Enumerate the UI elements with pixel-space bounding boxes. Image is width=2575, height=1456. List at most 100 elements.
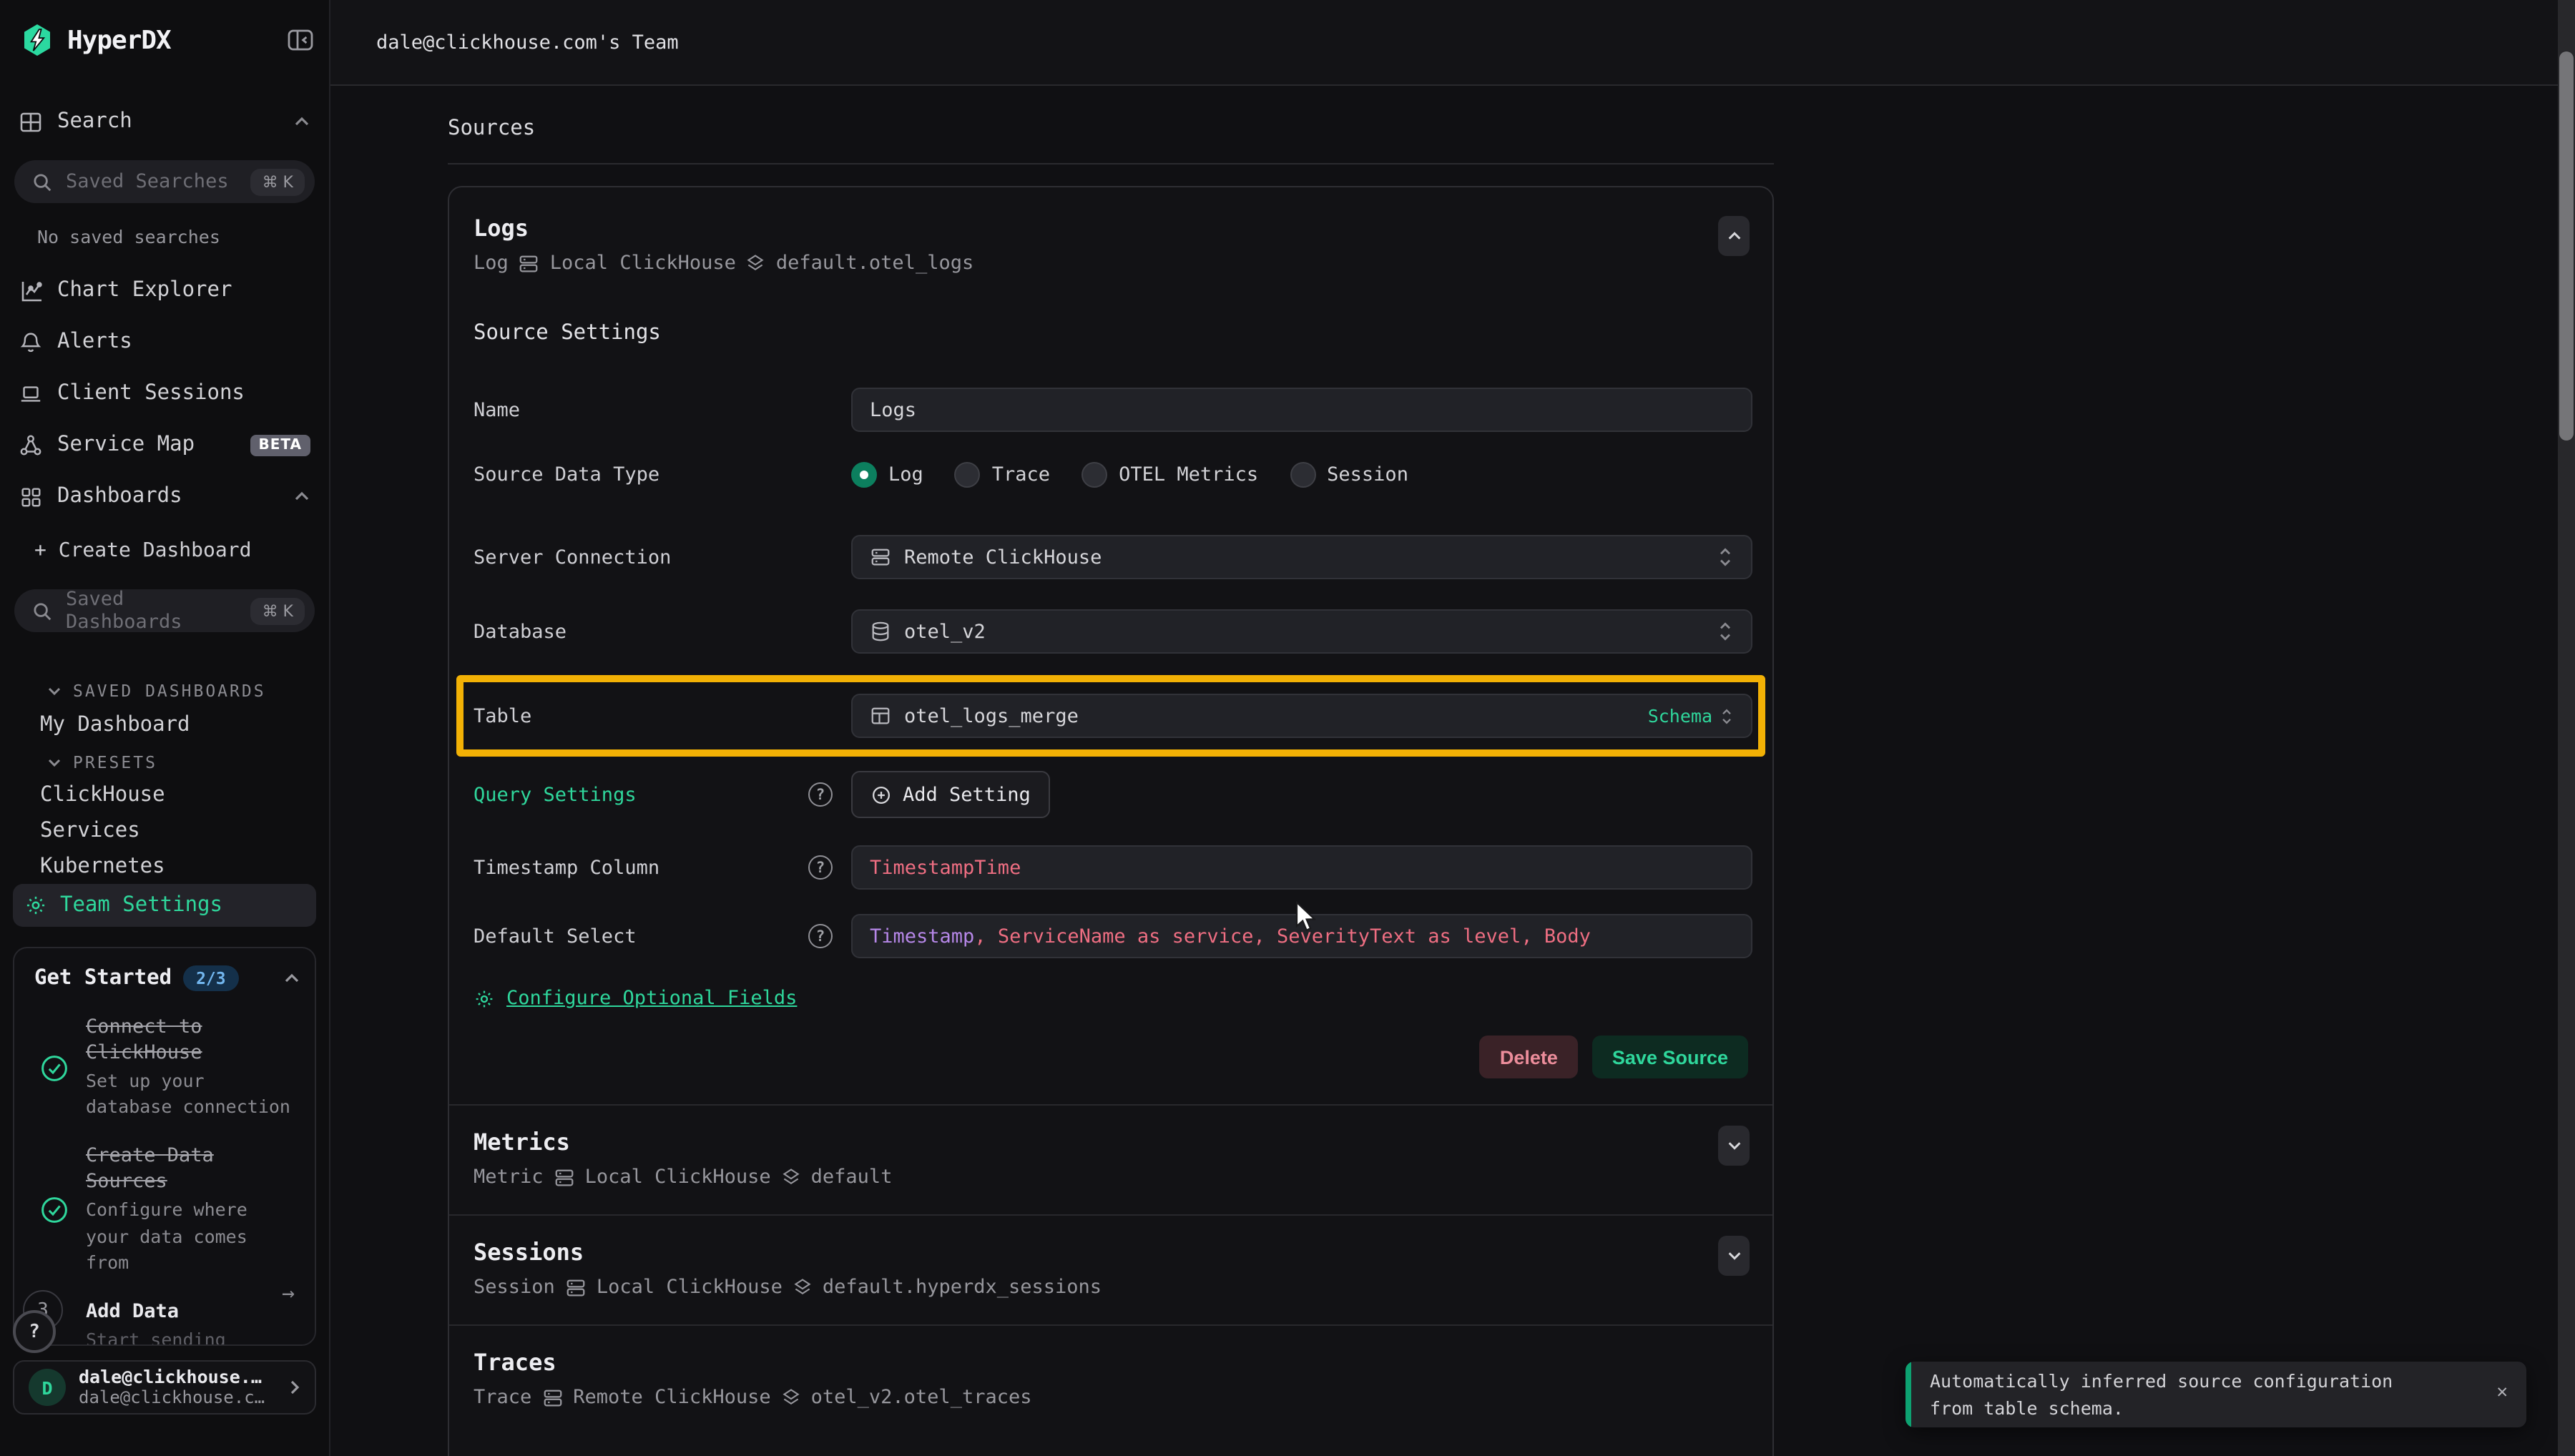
layers-icon: [746, 253, 766, 273]
sidebar-item-kubernetes[interactable]: Kubernetes: [40, 855, 165, 878]
traces-section: Traces Trace Remote ClickHouse otel_v2.o…: [474, 1326, 1748, 1409]
help-circle-icon[interactable]: ?: [808, 855, 833, 880]
query-settings-label: Query Settings ?: [474, 782, 851, 807]
toast-message: Automatically inferred source configurat…: [1930, 1367, 2431, 1423]
service-map-icon: [19, 433, 43, 457]
sidebar-item-team-settings[interactable]: Team Settings: [13, 884, 316, 927]
sidebar-item-clickhouse[interactable]: ClickHouse: [40, 784, 165, 807]
create-dashboard-button[interactable]: + Create Dashboard: [34, 539, 251, 562]
check-circle-icon: [34, 1015, 73, 1121]
sidebar-item-dashboards[interactable]: Dashboards: [0, 478, 329, 515]
brand-name: HyperDX: [67, 25, 171, 55]
main-area: dale@clickhouse.com's Team Sources Logs …: [330, 0, 2575, 1456]
timestamp-column-label: Timestamp Column ?: [474, 855, 851, 880]
chevron-up-icon[interactable]: [293, 491, 310, 502]
radio-icon[interactable]: [1290, 461, 1315, 487]
toast-accent-bar: [1906, 1362, 1911, 1427]
arrow-right-icon: →: [282, 1280, 295, 1306]
sidebar-item-label: Client Sessions: [57, 382, 245, 405]
radio-icon[interactable]: [955, 461, 981, 487]
sidebar-item-chart-explorer[interactable]: Chart Explorer: [0, 272, 329, 309]
database-select[interactable]: otel_v2: [851, 609, 1752, 654]
source-type: Session: [474, 1276, 555, 1299]
hyperdx-logo-icon: [20, 23, 54, 57]
layers-icon: [781, 1387, 801, 1407]
get-started-title: Get Started: [34, 967, 172, 990]
expand-sessions-button[interactable]: [1718, 1236, 1750, 1276]
table-name: default.otel_logs: [776, 252, 973, 275]
radio-trace[interactable]: Trace: [955, 461, 1050, 487]
timestamp-column-input[interactable]: TimestampTime: [851, 845, 1752, 890]
sidebar-item-client-sessions[interactable]: Client Sessions: [0, 375, 329, 412]
sessions-section-title: Sessions: [474, 1239, 1748, 1266]
select-chevrons-icon: [1717, 546, 1734, 568]
logs-actions: Delete Save Source: [474, 1036, 1748, 1078]
sidebar-item-alerts[interactable]: Alerts: [0, 323, 329, 360]
layers-icon: [781, 1167, 801, 1187]
sidebar-item-label: Team Settings: [60, 894, 222, 917]
avatar: D: [29, 1369, 66, 1406]
task-create-data-sources[interactable]: Create Data Sources Configure where your…: [34, 1145, 300, 1276]
radio-log[interactable]: Log: [851, 461, 923, 487]
sidebar-item-my-dashboard[interactable]: My Dashboard: [40, 714, 190, 737]
sidebar-item-service-map[interactable]: Service Map BETA: [0, 426, 329, 463]
radio-selected-icon[interactable]: [851, 461, 877, 487]
table-name: otel_v2.otel_traces: [811, 1386, 1032, 1409]
saved-searches-input[interactable]: Saved Searches ⌘ K: [14, 160, 315, 203]
help-button[interactable]: ?: [13, 1310, 56, 1353]
expand-metrics-button[interactable]: [1718, 1126, 1750, 1166]
search-icon: [31, 600, 53, 621]
configure-optional-fields-link[interactable]: Configure Optional Fields: [474, 987, 1748, 1010]
add-setting-button[interactable]: Add Setting: [851, 771, 1051, 818]
collapse-logs-button[interactable]: [1718, 216, 1750, 256]
saved-dashboards-group-header[interactable]: SAVED DASHBOARDS: [47, 681, 266, 701]
user-menu[interactable]: D dale@clickhouse.… dale@clickhouse.c…: [13, 1360, 316, 1415]
logs-section-title: Logs: [474, 215, 1748, 242]
name-row: Name Logs: [474, 388, 1748, 432]
chevron-up-icon[interactable]: [293, 116, 310, 127]
radio-otel-metrics[interactable]: OTEL Metrics: [1082, 461, 1258, 487]
name-input[interactable]: Logs: [851, 388, 1752, 432]
task-connect-to-clickhouse[interactable]: Connect to ClickHouse Set up your databa…: [34, 1015, 300, 1121]
server-connection-select[interactable]: Remote ClickHouse: [851, 535, 1752, 579]
table-select[interactable]: otel_logs_merge Schema: [851, 694, 1752, 738]
server-name: Local ClickHouse: [597, 1276, 783, 1299]
help-circle-icon[interactable]: ?: [808, 924, 833, 948]
page-title: Sources: [448, 86, 1774, 140]
radio-session[interactable]: Session: [1290, 461, 1408, 487]
sidebar-item-services[interactable]: Services: [40, 820, 140, 842]
get-started-panel: Get Started 2/3 Connect to ClickHouse Se…: [13, 947, 316, 1346]
source-data-type-label: Source Data Type: [474, 463, 851, 486]
source-settings-title: Source Settings: [474, 322, 1748, 345]
metrics-meta: Metric Local ClickHouse default: [474, 1166, 1748, 1189]
server-icon: [554, 1166, 575, 1188]
save-source-button[interactable]: Save Source: [1592, 1036, 1748, 1078]
close-icon[interactable]: ✕: [2496, 1382, 2508, 1403]
table-row: Table otel_logs_merge Schema: [474, 694, 1748, 738]
server-name: Local ClickHouse: [585, 1166, 771, 1189]
schema-badge[interactable]: Schema: [1648, 705, 1734, 727]
app-root: HyperDX Search Saved Searches ⌘ K No sav…: [0, 0, 2575, 1456]
get-started-header[interactable]: Get Started 2/3: [34, 965, 300, 991]
task-add-data[interactable]: Add Data Start sending logs, metrics, or…: [34, 1300, 300, 1346]
default-select-input[interactable]: Timestamp, ServiceName as service, Sever…: [851, 914, 1752, 958]
presets-group-header[interactable]: PRESETS: [47, 752, 157, 772]
scrollbar-thumb[interactable]: [2559, 51, 2574, 441]
traces-meta: Trace Remote ClickHouse otel_v2.otel_tra…: [474, 1386, 1748, 1409]
help-circle-icon[interactable]: ?: [808, 782, 833, 807]
task-desc: Set up your database connection: [86, 1068, 300, 1121]
timestamp-column-row: Timestamp Column ? TimestampTime: [474, 845, 1748, 890]
scrollbar-track[interactable]: [2558, 0, 2575, 1456]
no-saved-searches-note: No saved searches: [37, 226, 220, 247]
default-select-label: Default Select ?: [474, 924, 851, 948]
saved-dashboards-input[interactable]: Saved Dashboards ⌘ K: [14, 589, 315, 632]
sidebar-collapse-icon[interactable]: [286, 26, 315, 54]
toast-notification: Automatically inferred source configurat…: [1906, 1362, 2526, 1427]
chevron-up-icon[interactable]: [283, 973, 300, 984]
brand-row: HyperDX: [20, 19, 315, 62]
table-label: Table: [474, 704, 851, 727]
check-circle-icon: [34, 1145, 73, 1276]
delete-button[interactable]: Delete: [1480, 1036, 1578, 1078]
sidebar-item-search[interactable]: Search: [0, 103, 329, 140]
radio-icon[interactable]: [1082, 461, 1107, 487]
